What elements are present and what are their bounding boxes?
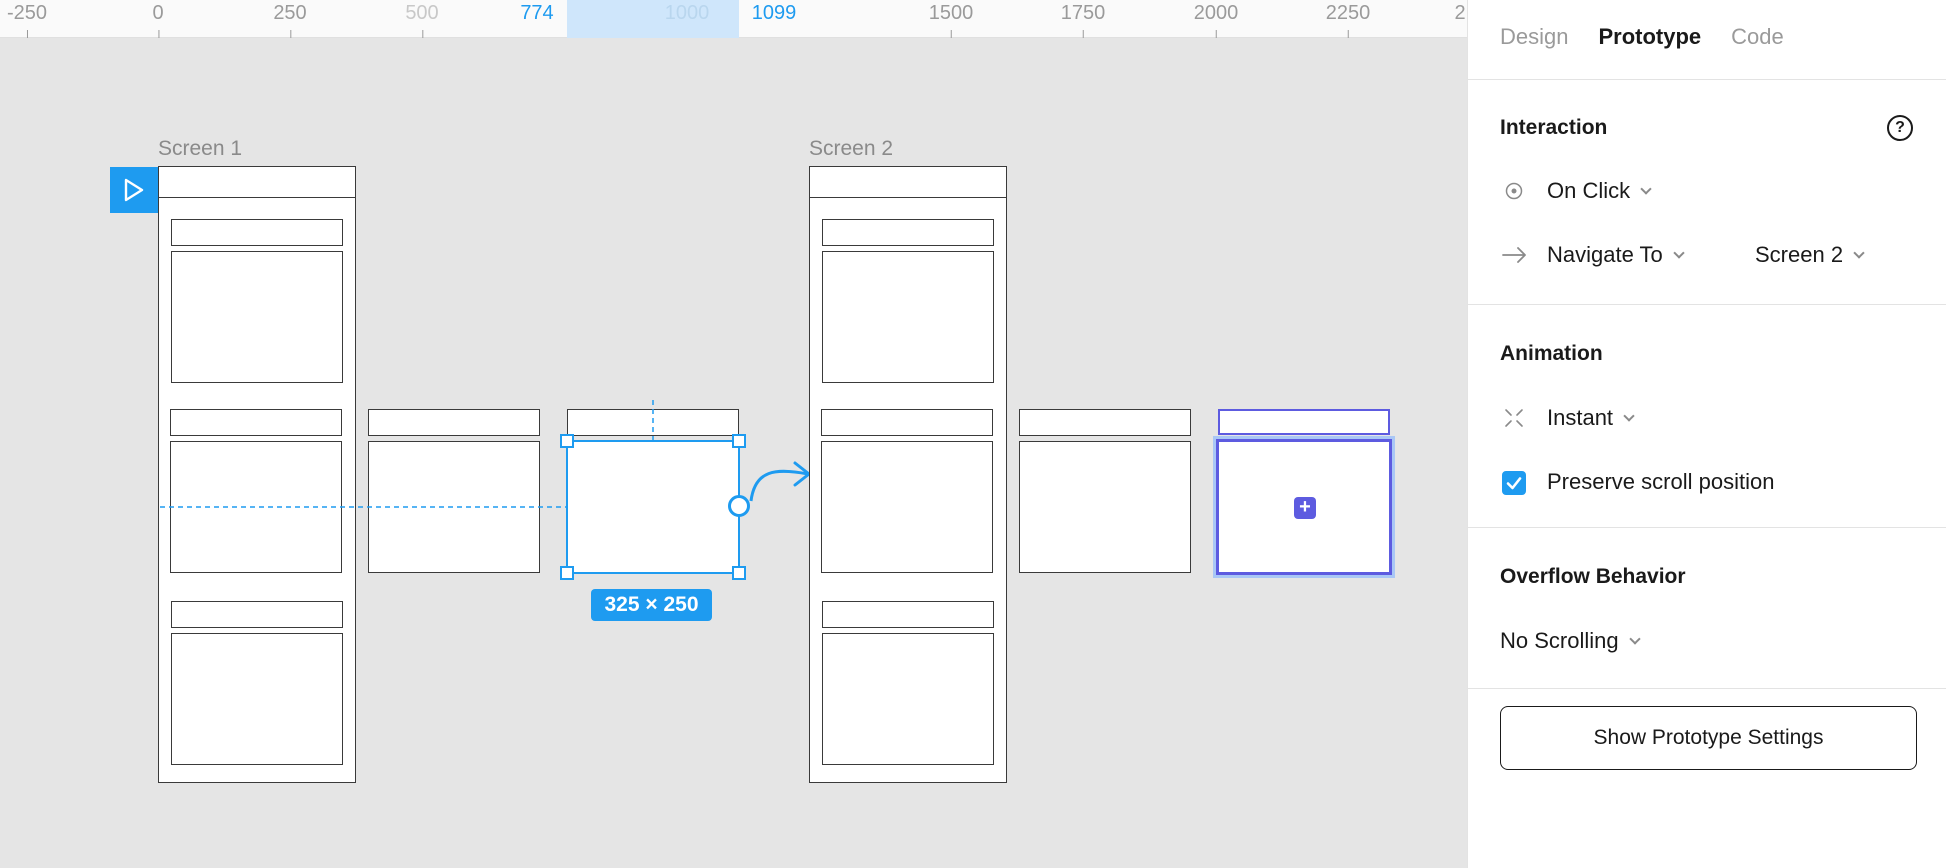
hovered-card[interactable]: + xyxy=(1213,436,1395,578)
tab-prototype[interactable]: Prototype xyxy=(1598,24,1701,50)
chevron-down-icon xyxy=(1640,183,1652,195)
overflow-value: No Scrolling xyxy=(1500,628,1619,653)
properties-panel: Design Prototype Code Interaction ? On C… xyxy=(1467,0,1946,868)
resize-handle[interactable] xyxy=(732,434,746,448)
destination-value: Screen 2 xyxy=(1755,242,1844,267)
chevron-down-icon xyxy=(1628,633,1641,645)
wire-bar[interactable] xyxy=(821,409,993,436)
arrow-right-icon xyxy=(1502,247,1526,263)
trigger-icon xyxy=(1505,182,1523,200)
preserve-scroll-label[interactable]: Preserve scroll position xyxy=(1547,469,1774,495)
animation-dropdown[interactable]: Instant xyxy=(1547,405,1635,431)
tab-code[interactable]: Code xyxy=(1731,24,1784,50)
action-dropdown[interactable]: Navigate To xyxy=(1547,242,1685,268)
frame-label-screen-2[interactable]: Screen 2 xyxy=(809,137,893,161)
instant-animation-icon xyxy=(1505,409,1523,427)
connection-arrow xyxy=(749,469,809,502)
resize-handle[interactable] xyxy=(732,566,746,580)
wire-card[interactable] xyxy=(822,251,994,383)
wire-bar[interactable] xyxy=(822,219,994,246)
resize-handle[interactable] xyxy=(560,434,574,448)
destination-dropdown[interactable]: Screen 2 xyxy=(1755,242,1865,268)
section-title-animation: Animation xyxy=(1500,342,1603,365)
size-badge: 325 × 250 xyxy=(591,589,712,621)
chevron-down-icon xyxy=(1673,247,1685,259)
divider xyxy=(1468,688,1946,689)
panel-tabs: Design Prototype Code xyxy=(1500,24,1784,50)
tab-design[interactable]: Design xyxy=(1500,24,1568,50)
wire-card[interactable] xyxy=(822,633,994,765)
wire-card[interactable] xyxy=(1019,441,1191,573)
wire-bar[interactable] xyxy=(1019,409,1191,436)
help-icon[interactable]: ? xyxy=(1887,115,1913,141)
overflow-dropdown[interactable]: No Scrolling xyxy=(1500,628,1641,654)
divider xyxy=(1468,527,1946,528)
section-title-overflow: Overflow Behavior xyxy=(1500,565,1686,588)
checkmark-icon xyxy=(1506,477,1522,490)
animation-value: Instant xyxy=(1547,405,1614,430)
action-value: Navigate To xyxy=(1547,242,1663,267)
chevron-down-icon xyxy=(1853,247,1865,259)
trigger-value: On Click xyxy=(1547,178,1631,203)
design-canvas[interactable]: -250 0 250 500 774 1000 1099 1500 1750 2… xyxy=(0,0,1467,868)
section-title-interaction: Interaction xyxy=(1500,116,1608,139)
prototype-connection-node[interactable] xyxy=(728,495,750,517)
screen-2-header[interactable] xyxy=(809,166,1007,198)
trigger-dropdown[interactable]: On Click xyxy=(1547,178,1652,204)
hovered-bar[interactable] xyxy=(1218,409,1390,435)
add-icon[interactable]: + xyxy=(1294,497,1316,519)
chevron-down-icon xyxy=(1623,410,1635,422)
wire-bar[interactable] xyxy=(822,601,994,628)
show-prototype-settings-button[interactable]: Show Prototype Settings xyxy=(1500,706,1917,770)
prototype-editor: -250 0 250 500 774 1000 1099 1500 1750 2… xyxy=(0,0,1946,868)
divider xyxy=(1468,79,1946,80)
divider xyxy=(1468,304,1946,305)
selected-card[interactable] xyxy=(566,440,740,574)
preserve-scroll-checkbox[interactable] xyxy=(1502,471,1526,495)
wire-card[interactable] xyxy=(821,441,993,573)
resize-handle[interactable] xyxy=(560,566,574,580)
